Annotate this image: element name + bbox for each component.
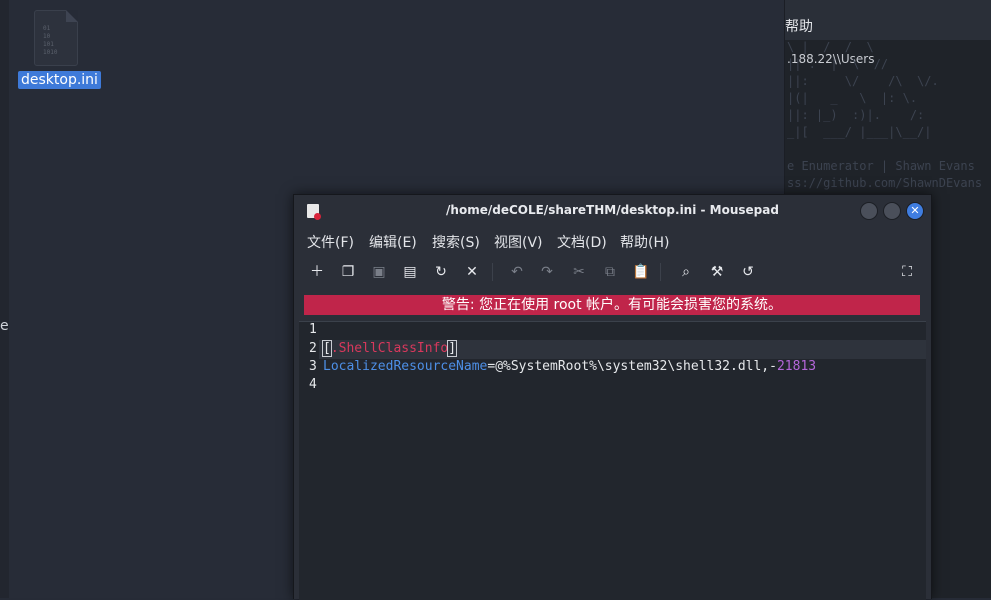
menu-edit[interactable]: 编辑(E): [369, 232, 417, 252]
line-number: 2: [309, 341, 317, 356]
section-name: .ShellClassInfo: [330, 341, 449, 356]
menu-file[interactable]: 文件(F): [307, 232, 354, 252]
maximize-button[interactable]: [883, 202, 901, 220]
go-to-icon[interactable]: ↺: [737, 261, 759, 283]
line-number: 1: [309, 322, 317, 337]
new-document-icon[interactable]: ＋: [306, 261, 328, 283]
key-value: =@%SystemRoot%\system32\shell32.dll,-: [487, 359, 777, 374]
line-number: 4: [309, 377, 317, 392]
open-file-icon[interactable]: ❐: [337, 261, 359, 283]
toolbar-separator: [660, 263, 661, 281]
close-button[interactable]: ✕: [906, 202, 924, 220]
reload-icon[interactable]: ↻: [430, 261, 452, 283]
minimize-button[interactable]: [860, 202, 878, 220]
key-name: LocalizedResourceName: [323, 359, 488, 374]
resource-number: 21813: [776, 359, 817, 374]
undo-icon[interactable]: ↶: [506, 261, 528, 283]
terminal-line: |(| _ \ |: \.: [787, 91, 918, 105]
find-replace-icon[interactable]: ⚒: [706, 261, 728, 283]
text-editor[interactable]: 1 2 3 4 [.ShellClassInfo] LocalizedResou…: [299, 321, 926, 600]
menu-help[interactable]: 帮助(H): [620, 232, 669, 252]
terminal-line: e Enumerator | Shawn Evans: [787, 159, 975, 173]
file-icon: 01 10 101 1010: [34, 10, 78, 66]
toolbar-separator: [492, 263, 493, 281]
close-bracket: ]: [447, 340, 458, 357]
menu-bar: 文件(F) 编辑(E) 搜索(S) 视图(V) 文档(D) 帮助(H): [294, 225, 931, 253]
toolbar: ＋ ❐ ▣ ▤ ↻ ✕ ↶ ↷ ✂ ⧉ 📋 ⌕ ⚒ ↺ ⛶: [294, 257, 931, 287]
fullscreen-icon[interactable]: ⛶: [896, 261, 918, 283]
menu-view[interactable]: 视图(V): [494, 232, 543, 252]
root-warning-banner: 警告: 您正在使用 root 帐户。有可能会损害您的系统。: [304, 295, 920, 315]
code-line-3[interactable]: LocalizedResourceName=@%SystemRoot%\syst…: [323, 359, 816, 374]
redo-icon[interactable]: ↷: [536, 261, 558, 283]
terminal-line: || . | \ //: [787, 57, 889, 71]
mousepad-window: /home/deCOLE/shareTHM/desktop.ini - Mous…: [293, 194, 932, 600]
line-number: 3: [309, 359, 317, 374]
menu-search[interactable]: 搜索(S): [432, 232, 480, 252]
terminal-menu-help[interactable]: 帮助: [785, 16, 813, 36]
paste-icon[interactable]: 📋: [630, 261, 652, 283]
open-bracket: [: [322, 340, 332, 357]
desktop-icon-label[interactable]: desktop.ini: [18, 71, 101, 89]
code-line-2[interactable]: [.ShellClassInfo]: [322, 340, 458, 357]
terminal-line: ||: |_) :)|. /:: [787, 108, 932, 122]
save-icon[interactable]: ▣: [368, 261, 390, 283]
find-icon[interactable]: ⌕: [675, 261, 697, 283]
cut-icon[interactable]: ✂: [568, 261, 590, 283]
window-title: /home/deCOLE/shareTHM/desktop.ini - Mous…: [446, 203, 779, 217]
menu-document[interactable]: 文档(D): [557, 232, 607, 252]
left-panel-text: e: [0, 318, 9, 334]
terminal-line: \ | / / \: [787, 40, 874, 54]
terminal-line: ss://github.com/ShawnDEvans: [787, 176, 983, 190]
save-as-icon[interactable]: ▤: [399, 261, 421, 283]
title-bar[interactable]: /home/deCOLE/shareTHM/desktop.ini - Mous…: [294, 195, 931, 225]
terminal-line: _|[ ___/ |___|\__/|: [787, 125, 932, 139]
close-document-icon[interactable]: ✕: [461, 261, 483, 283]
terminal-line: ||: \/ /\ \/.: [787, 74, 939, 88]
copy-icon[interactable]: ⧉: [599, 261, 621, 283]
terminal-header: 帮助: [785, 0, 991, 40]
